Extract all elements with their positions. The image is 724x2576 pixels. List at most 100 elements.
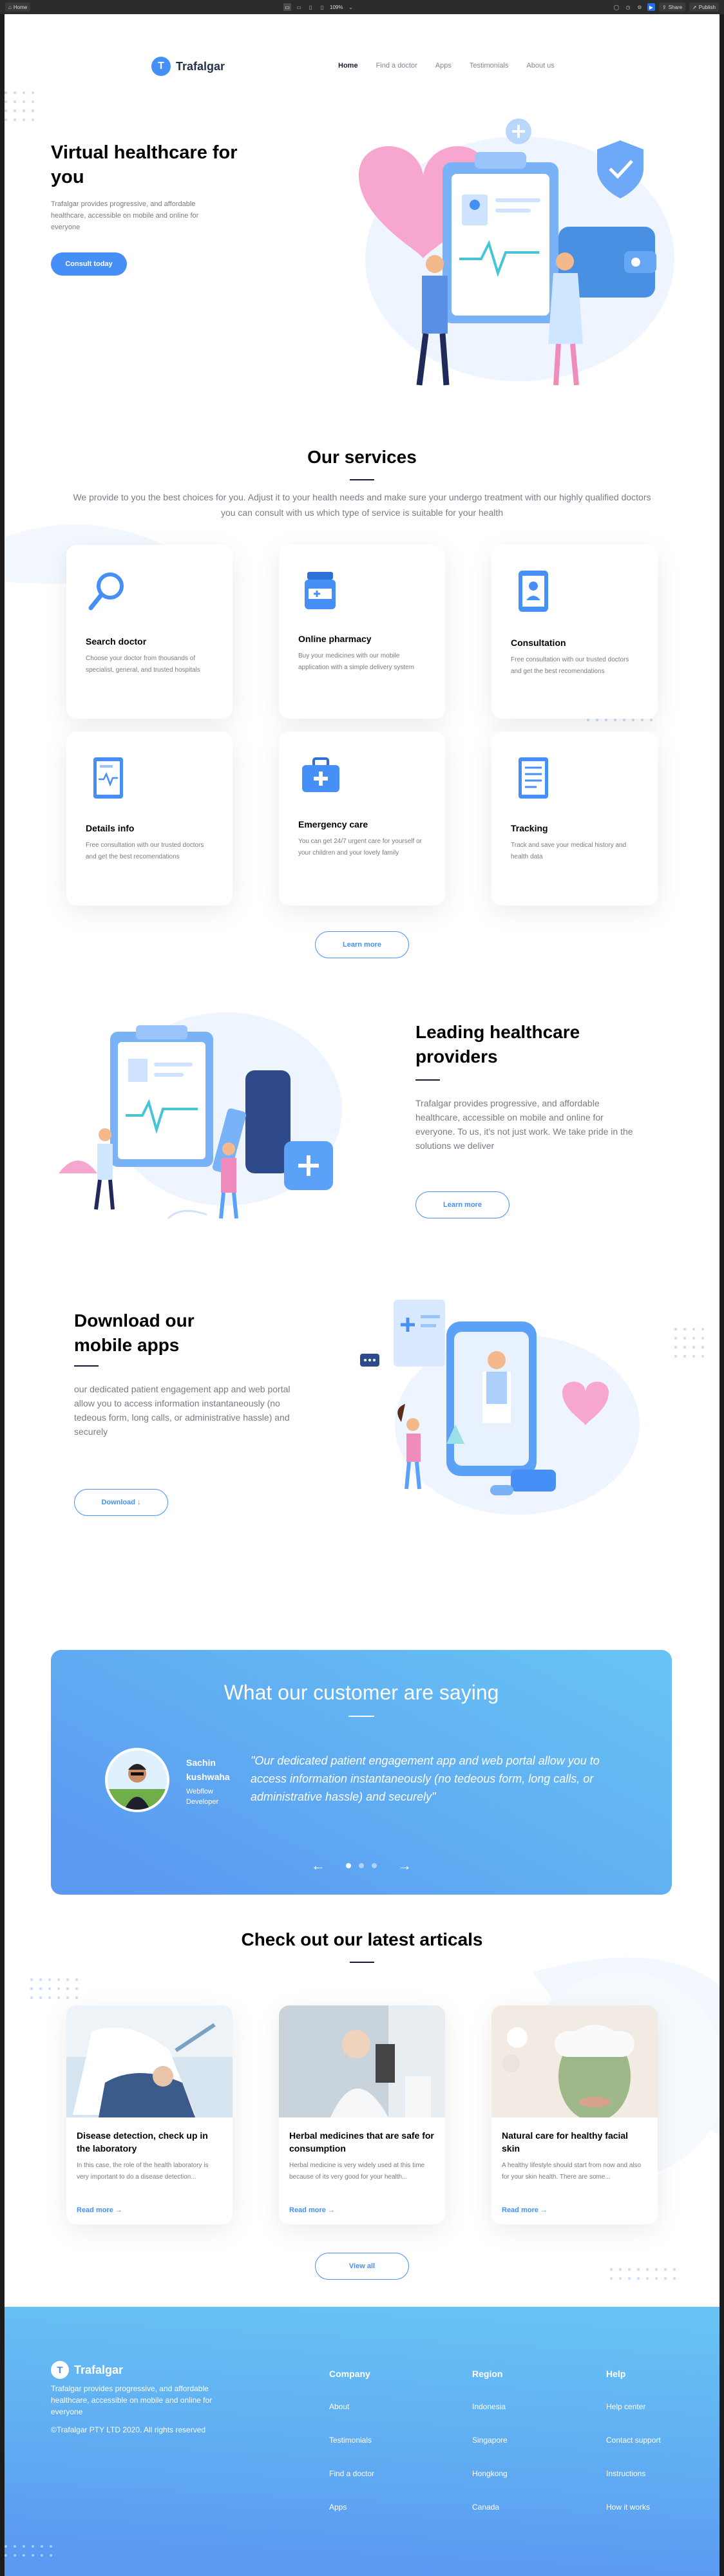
footer-link[interactable]: Canada <box>472 2503 508 2512</box>
footer-link[interactable]: Singapore <box>472 2436 508 2445</box>
services-learn-more-button[interactable]: Learn more <box>315 931 409 958</box>
pill-bottle-icon <box>305 572 336 609</box>
comment-icon[interactable]: ◯ <box>613 3 620 11</box>
dot-pattern <box>5 91 34 121</box>
site-logo[interactable]: T Trafalgar <box>151 57 225 76</box>
website-canvas: T Trafalgar Home Find a doctor Apps Test… <box>5 14 719 2576</box>
service-card-consultation[interactable]: Consultation Free consultation with our … <box>491 545 658 719</box>
service-card-search-doctor[interactable]: Search doctor Choose your doctor from th… <box>66 545 233 719</box>
rocket-icon: ➚ <box>692 4 697 10</box>
footer-column-help: Help Help center Contact support Instruc… <box>606 2369 661 2536</box>
service-card-title: Details info <box>86 823 135 833</box>
article-title: Herbal medicines that are safe for consu… <box>289 2130 434 2154</box>
pager-dot[interactable] <box>359 1863 364 1868</box>
footer-column-heading: Company <box>329 2369 370 2379</box>
read-more-link[interactable]: Read more → <box>77 2206 122 2214</box>
footer-link[interactable]: About <box>329 2402 374 2411</box>
article-excerpt: In this case, the role of the health lab… <box>77 2162 209 2181</box>
service-card-title: Consultation <box>511 638 566 648</box>
article-card[interactable]: Disease detection, check up in the labor… <box>66 2005 233 2224</box>
section-underline <box>74 1365 99 1367</box>
history-icon[interactable]: ◷ <box>624 3 632 11</box>
desktop-icon[interactable]: ▭ <box>283 3 291 11</box>
article-card[interactable]: Natural care for healthy facial skin A h… <box>491 2005 658 2224</box>
article-card[interactable]: Herbal medicines that are safe for consu… <box>279 2005 445 2224</box>
site-footer: T Trafalgar Trafalgar provides progressi… <box>5 2307 719 2576</box>
footer-link[interactable]: Indonesia <box>472 2402 508 2411</box>
logo-mark: T <box>151 57 171 76</box>
search-icon <box>88 573 124 611</box>
service-card-title: Online pharmacy <box>298 634 372 644</box>
service-card-title: Tracking <box>511 823 548 833</box>
article-excerpt: A healthy lifestyle should start from no… <box>502 2162 642 2181</box>
arrow-left-icon[interactable]: ← <box>311 1857 325 1874</box>
share-label: Share <box>668 4 683 10</box>
article-image-herbal <box>279 2005 445 2117</box>
consult-button[interactable]: Consult today <box>51 252 127 276</box>
download-title: Download our mobile apps <box>74 1311 195 1355</box>
nav-link-about[interactable]: About us <box>526 62 554 70</box>
service-card-title: Emergency care <box>298 819 368 829</box>
service-card-tracking[interactable]: Tracking Track and save your medical his… <box>491 732 658 905</box>
tablet-icon[interactable]: ▯ <box>307 3 314 11</box>
share-icon: ⇪ <box>662 4 667 10</box>
first-aid-kit-icon <box>302 757 339 792</box>
article-excerpt: Herbal medicine is very widely used at t… <box>289 2162 425 2181</box>
footer-logo[interactable]: T Trafalgar <box>51 2361 123 2379</box>
footer-link[interactable]: How it works <box>606 2503 661 2512</box>
footer-link[interactable]: Hongkong <box>472 2469 508 2478</box>
leading-learn-more-button[interactable]: Learn more <box>415 1191 510 1218</box>
publish-button[interactable]: ➚ Publish <box>689 3 719 12</box>
chevron-down-icon[interactable]: ⌄ <box>347 3 354 11</box>
preview-icon[interactable]: ▶ <box>647 3 655 11</box>
footer-column-company: Company About Testimonials Find a doctor… <box>329 2369 374 2536</box>
laptop-icon[interactable]: ▭ <box>295 3 303 11</box>
avatar <box>105 1748 169 1812</box>
nav-link-apps[interactable]: Apps <box>435 62 452 70</box>
footer-link[interactable]: Testimonials <box>329 2436 374 2445</box>
footer-link[interactable]: Apps <box>329 2503 374 2512</box>
zoom-level[interactable]: 109% <box>330 5 343 10</box>
settings-icon[interactable]: ⚙ <box>636 3 643 11</box>
logo-mark: T <box>51 2361 69 2379</box>
download-text: our dedicated patient engagement app and… <box>74 1384 291 1437</box>
footer-copyright: ©Trafalgar PTY LTD 2020. All rights rese… <box>51 2425 206 2434</box>
article-image-lab <box>66 2005 233 2117</box>
article-title: Disease detection, check up in the labor… <box>77 2130 208 2154</box>
arrow-right-icon[interactable]: → <box>397 1857 412 1874</box>
dot-pattern <box>5 2545 52 2557</box>
section-underline <box>415 1079 440 1081</box>
testimonial-quote: "Our dedicated patient engagement app an… <box>251 1754 600 1803</box>
home-label: Home <box>13 4 28 10</box>
details-icon <box>93 757 123 799</box>
pager-dot[interactable] <box>372 1863 377 1868</box>
footer-column-heading: Help <box>606 2369 626 2379</box>
footer-link[interactable]: Instructions <box>606 2469 661 2478</box>
view-all-button[interactable]: View all <box>315 2253 409 2280</box>
pager-dot[interactable] <box>346 1863 351 1868</box>
nav-link-home[interactable]: Home <box>338 62 358 70</box>
footer-link[interactable]: Find a doctor <box>329 2469 374 2478</box>
nav-link-testimonials[interactable]: Testimonials <box>470 62 509 70</box>
service-card-text: Choose your doctor from thousands of spe… <box>86 655 200 674</box>
nav-link-find-doctor[interactable]: Find a doctor <box>376 62 417 70</box>
download-button[interactable]: Download ↓ <box>74 1489 168 1516</box>
read-more-link[interactable]: Read more → <box>289 2206 335 2214</box>
home-button[interactable]: ⌂ Home <box>5 3 31 12</box>
hero-illustration <box>359 118 674 386</box>
service-card-text: Free consultation with our trusted docto… <box>86 842 204 860</box>
mobile-icon[interactable]: ▯ <box>318 3 326 11</box>
read-more-link[interactable]: Read more → <box>502 2206 548 2214</box>
footer-link[interactable]: Contact support <box>606 2436 661 2445</box>
service-card-details-info[interactable]: Details info Free consultation with our … <box>66 732 233 905</box>
leading-illustration <box>59 1012 342 1220</box>
services-description: We provide to you the best choices for y… <box>73 492 651 518</box>
footer-link[interactable]: Help center <box>606 2402 661 2411</box>
service-card-title: Search doctor <box>86 636 147 647</box>
avatar-image <box>108 1750 167 1810</box>
device-switcher: ▭ ▭ ▯ ▯ 109% ⌄ <box>283 3 354 11</box>
service-card-online-pharmacy[interactable]: Online pharmacy Buy your medicines with … <box>279 545 445 719</box>
service-card-emergency-care[interactable]: Emergency care You can get 24/7 urgent c… <box>279 732 445 905</box>
tracking-icon <box>519 757 548 799</box>
share-button[interactable]: ⇪ Share <box>658 3 686 12</box>
